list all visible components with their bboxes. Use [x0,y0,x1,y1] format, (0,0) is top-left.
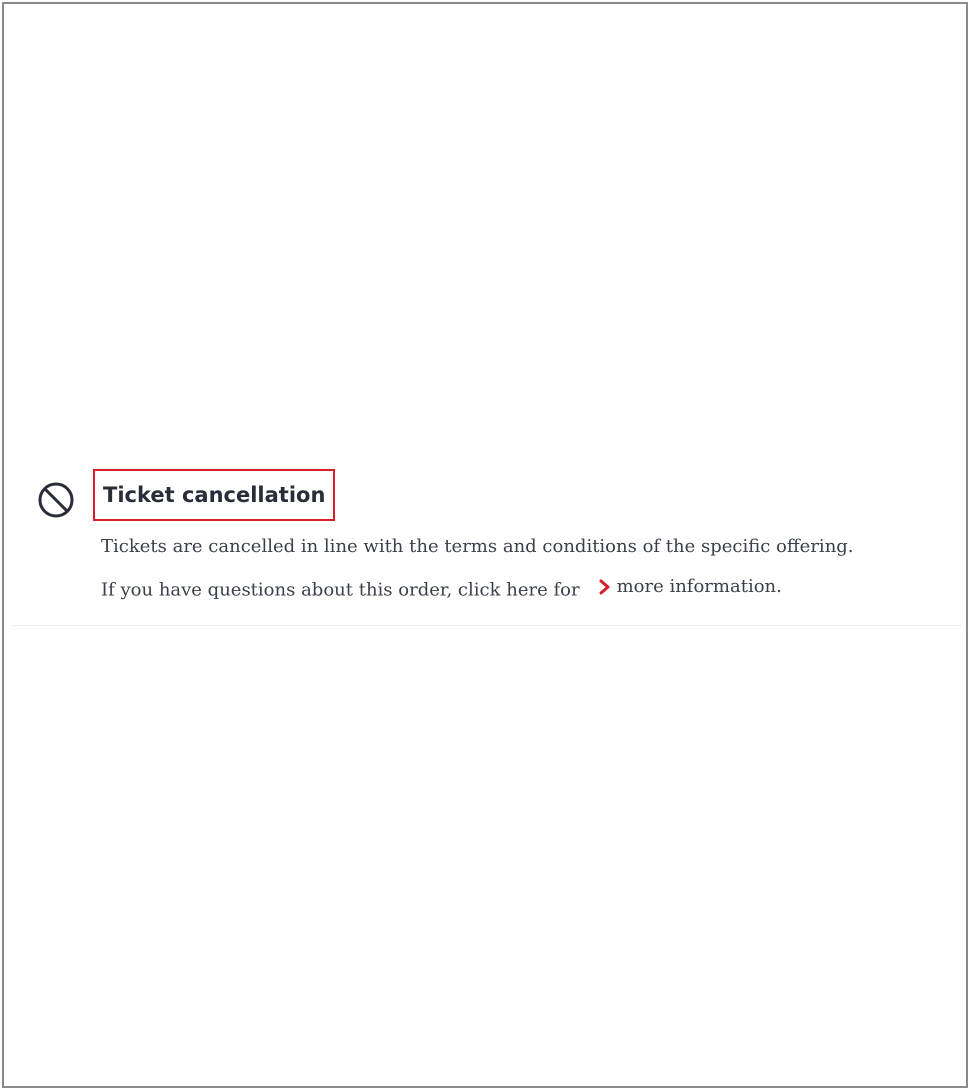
title-highlight-box: Ticket cancellation [93,469,336,521]
page-frame: Ticket cancellation Tickets are cancelle… [2,2,968,1088]
cancellation-description: Tickets are cancelled in line with the t… [101,536,854,557]
block-icon [36,480,76,520]
ticket-cancellation-section: Ticket cancellation Tickets are cancelle… [12,466,962,626]
chevron-right-icon [598,578,612,596]
section-title: Ticket cancellation [103,483,326,507]
more-information-label: more information. [616,576,782,597]
questions-line: If you have questions about this order, … [101,576,782,601]
questions-text: If you have questions about this order, … [101,579,580,601]
more-information-link[interactable]: more information. [580,576,782,597]
